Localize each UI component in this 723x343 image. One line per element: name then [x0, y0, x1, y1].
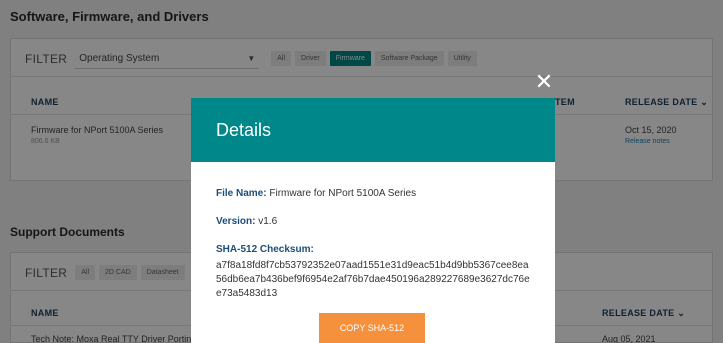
modal-body: File Name: Firmware for NPort 5100A Seri… — [191, 162, 555, 301]
checksum-value: a7f8a18fd8f7cb53792352e07aad1551e31d9eac… — [216, 260, 530, 299]
version-label: Version: — [216, 216, 256, 227]
file-name-value: Firmware for NPort 5100A Series — [269, 188, 417, 199]
details-modal: Details File Name: Firmware for NPort 51… — [191, 98, 555, 343]
close-icon[interactable]: ✕ — [534, 71, 554, 93]
modal-header: Details — [191, 98, 555, 162]
file-name-field: File Name: Firmware for NPort 5100A Seri… — [216, 188, 530, 199]
version-field: Version: v1.6 — [216, 216, 530, 227]
checksum-label: SHA-512 Checksum: — [216, 244, 314, 255]
modal-title: Details — [216, 119, 272, 140]
version-value: v1.6 — [258, 216, 278, 227]
copy-sha512-button[interactable]: COPY SHA-512 — [319, 313, 425, 343]
file-name-label: File Name: — [216, 188, 267, 199]
